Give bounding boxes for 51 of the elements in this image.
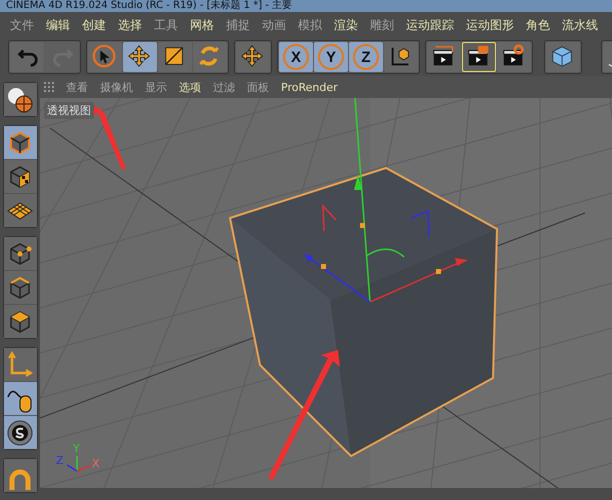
mode-button[interactable] [4, 160, 36, 193]
menu-item[interactable]: 摄像机 [94, 80, 139, 94]
axes-icon [6, 350, 34, 378]
axis-lock-button[interactable]: X [279, 42, 313, 72]
menu-item[interactable]: ProRender [275, 80, 344, 94]
menu-item[interactable]: 运动图形 [460, 16, 520, 34]
menu-item[interactable]: 模拟 [292, 16, 328, 34]
tool-button[interactable] [123, 42, 157, 72]
tool-button[interactable] [427, 42, 461, 72]
mode-button[interactable] [4, 237, 36, 270]
menu-item[interactable]: 选择 [112, 16, 148, 34]
axis-lock-button[interactable]: Y [314, 42, 348, 72]
mode-button[interactable] [4, 126, 36, 159]
grip-icon[interactable] [44, 82, 54, 92]
mode-button[interactable] [4, 416, 36, 449]
tool-button[interactable] [497, 42, 531, 72]
tool-button[interactable] [88, 42, 122, 72]
menu-item[interactable]: 文件 [4, 16, 40, 34]
mode-button[interactable] [4, 271, 36, 304]
tool-button[interactable] [384, 42, 418, 72]
z-axis-label: Z [56, 454, 64, 467]
menu-item[interactable]: 运动跟踪 [400, 16, 460, 34]
tool-button[interactable] [462, 42, 496, 72]
menu-item[interactable]: 过滤 [207, 80, 241, 94]
mode-button[interactable] [4, 382, 36, 415]
menu-item[interactable]: 捕捉 [220, 16, 256, 34]
menu-item[interactable]: 流水线 [556, 16, 604, 34]
move-icon [240, 44, 266, 70]
viewport-label: 透视视图 [44, 102, 94, 119]
mode-button[interactable] [4, 194, 36, 227]
menu-item[interactable]: 显示 [139, 80, 173, 94]
mode-button[interactable] [4, 305, 36, 338]
pointer-icon [92, 44, 118, 70]
move-icon [127, 44, 153, 70]
menu-item[interactable]: 编辑 [40, 16, 76, 34]
snap-icon [6, 418, 34, 446]
menu-item[interactable]: 渲染 [328, 16, 364, 34]
axis-indicator-drawing [66, 456, 90, 472]
menu-item[interactable]: 网格 [184, 16, 220, 34]
x-axis-label: X [92, 457, 100, 470]
menu-item[interactable]: 查看 [60, 80, 94, 94]
menu-item[interactable]: 动画 [256, 16, 292, 34]
axis-lock-button[interactable]: Z [349, 42, 383, 72]
menu-item[interactable]: 角色 [520, 16, 556, 34]
menu-item[interactable]: 面板 [241, 80, 275, 94]
tool-button[interactable] [158, 42, 192, 72]
menu-item[interactable]: 选项 [173, 80, 207, 94]
menu-item[interactable]: 创建 [76, 16, 112, 34]
menu-item[interactable]: 雕刻 [364, 16, 400, 34]
y-axis-label: Y [73, 442, 80, 455]
menu-item[interactable]: 工具 [148, 16, 184, 34]
